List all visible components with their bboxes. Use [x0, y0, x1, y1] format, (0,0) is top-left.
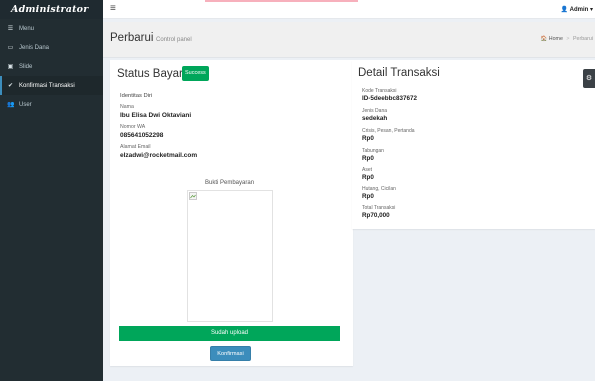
detail-transaksi-panel: Detail Transaksi Kode Transaksi ID-5deeb…	[352, 60, 595, 229]
list-icon: ☰	[7, 26, 14, 32]
page-title: Perbarui	[110, 32, 154, 44]
status-badge: Success	[182, 66, 209, 81]
konfirmasi-button[interactable]: Konfirmasi	[210, 346, 251, 361]
field-label: Alamat Email	[120, 144, 151, 150]
sidebar-item-slide[interactable]: ▣ Slide	[0, 57, 103, 76]
breadcrumb-separator: >	[566, 36, 570, 42]
sidebar: Administrator ☰ Menu ▭ Jenis Dana ▣ Slid…	[0, 0, 103, 381]
field-label: Nama	[120, 104, 134, 110]
broken-image-icon	[189, 192, 197, 200]
field-value: elzadwi@rocketmail.com	[120, 152, 198, 159]
gear-icon: ⚙	[585, 75, 593, 82]
credit-card-icon: ▭	[7, 45, 14, 51]
field-label: Nomor WA	[120, 124, 146, 130]
brand-logo[interactable]: Administrator	[0, 0, 103, 19]
admin-user-menu[interactable]: 👤 Admin ▾	[561, 6, 593, 13]
field-label: Hutang, Cicilan	[362, 186, 396, 192]
field-value: ID-5deebbc837672	[362, 95, 417, 102]
field-value: Rp0	[362, 174, 374, 181]
hamburger-menu-icon[interactable]: ≡	[110, 3, 116, 15]
check-icon: ✔	[7, 83, 14, 89]
content-header: Perbarui Control panel 🏠 Home > Perbarui	[103, 22, 595, 58]
sidebar-item-jenis-dana[interactable]: ▭ Jenis Dana	[0, 38, 103, 57]
field-label: Kode Transaksi	[362, 88, 397, 94]
sidebar-item-label: Konfirmasi Transaksi	[19, 82, 75, 89]
accent-bar	[205, 0, 358, 2]
caret-down-icon: ▾	[589, 7, 593, 13]
sidebar-item-label: Jenis Dana	[19, 44, 50, 51]
field-value: Ibu Elisa Dwi Oktaviani	[120, 112, 192, 119]
panel-title: Status Bayar	[117, 68, 183, 80]
sidebar-item-label: Slide	[19, 63, 33, 70]
settings-gear-button[interactable]: ⚙	[583, 69, 595, 88]
users-icon: 👥	[7, 102, 15, 108]
payment-proof-image	[187, 190, 273, 322]
field-value: Rp0	[362, 155, 374, 162]
sidebar-item-user[interactable]: 👥 User	[0, 95, 103, 114]
admin-label: Admin	[569, 7, 589, 13]
bukti-label: Bukti Pembayaran	[205, 180, 255, 186]
breadcrumb: 🏠 Home > Perbarui	[541, 36, 593, 42]
field-value: Rp0	[362, 135, 374, 142]
field-label: Total Transaksi	[362, 205, 396, 211]
field-label: Jenis Dana	[362, 108, 388, 114]
page-subtitle: Control panel	[156, 37, 192, 43]
image-icon: ▣	[7, 64, 14, 70]
breadcrumb-home[interactable]: Home	[549, 36, 563, 42]
panel-title: Detail Transaksi	[358, 67, 440, 79]
field-value: Rp70,000	[362, 212, 390, 219]
user-icon: 👤	[560, 7, 569, 13]
identity-heading: Identitas Diri	[120, 93, 153, 99]
top-navbar: ≡ 👤 Admin ▾	[103, 0, 595, 19]
sidebar-item-label: User	[19, 101, 32, 108]
status-bayar-panel: Status Bayar Success Identitas Diri Nama…	[110, 60, 353, 366]
sidebar-item-menu[interactable]: ☰ Menu	[0, 19, 103, 38]
breadcrumb-current: Perbarui	[572, 36, 593, 42]
sidebar-item-konfirmasi-transaksi[interactable]: ✔ Konfirmasi Transaksi	[0, 76, 103, 95]
field-value: Rp0	[362, 193, 374, 200]
field-value: 085641052298	[120, 132, 164, 139]
field-label: Tabungan	[362, 148, 384, 154]
field-label: Aset	[362, 167, 373, 173]
field-label: Crisis, Pesan, Pertanda	[362, 128, 415, 134]
field-value: sedekah	[362, 115, 388, 122]
sidebar-item-label: Menu	[19, 25, 35, 32]
sudah-upload-button[interactable]: Sudah upload	[119, 326, 340, 341]
home-icon: 🏠	[540, 36, 548, 42]
